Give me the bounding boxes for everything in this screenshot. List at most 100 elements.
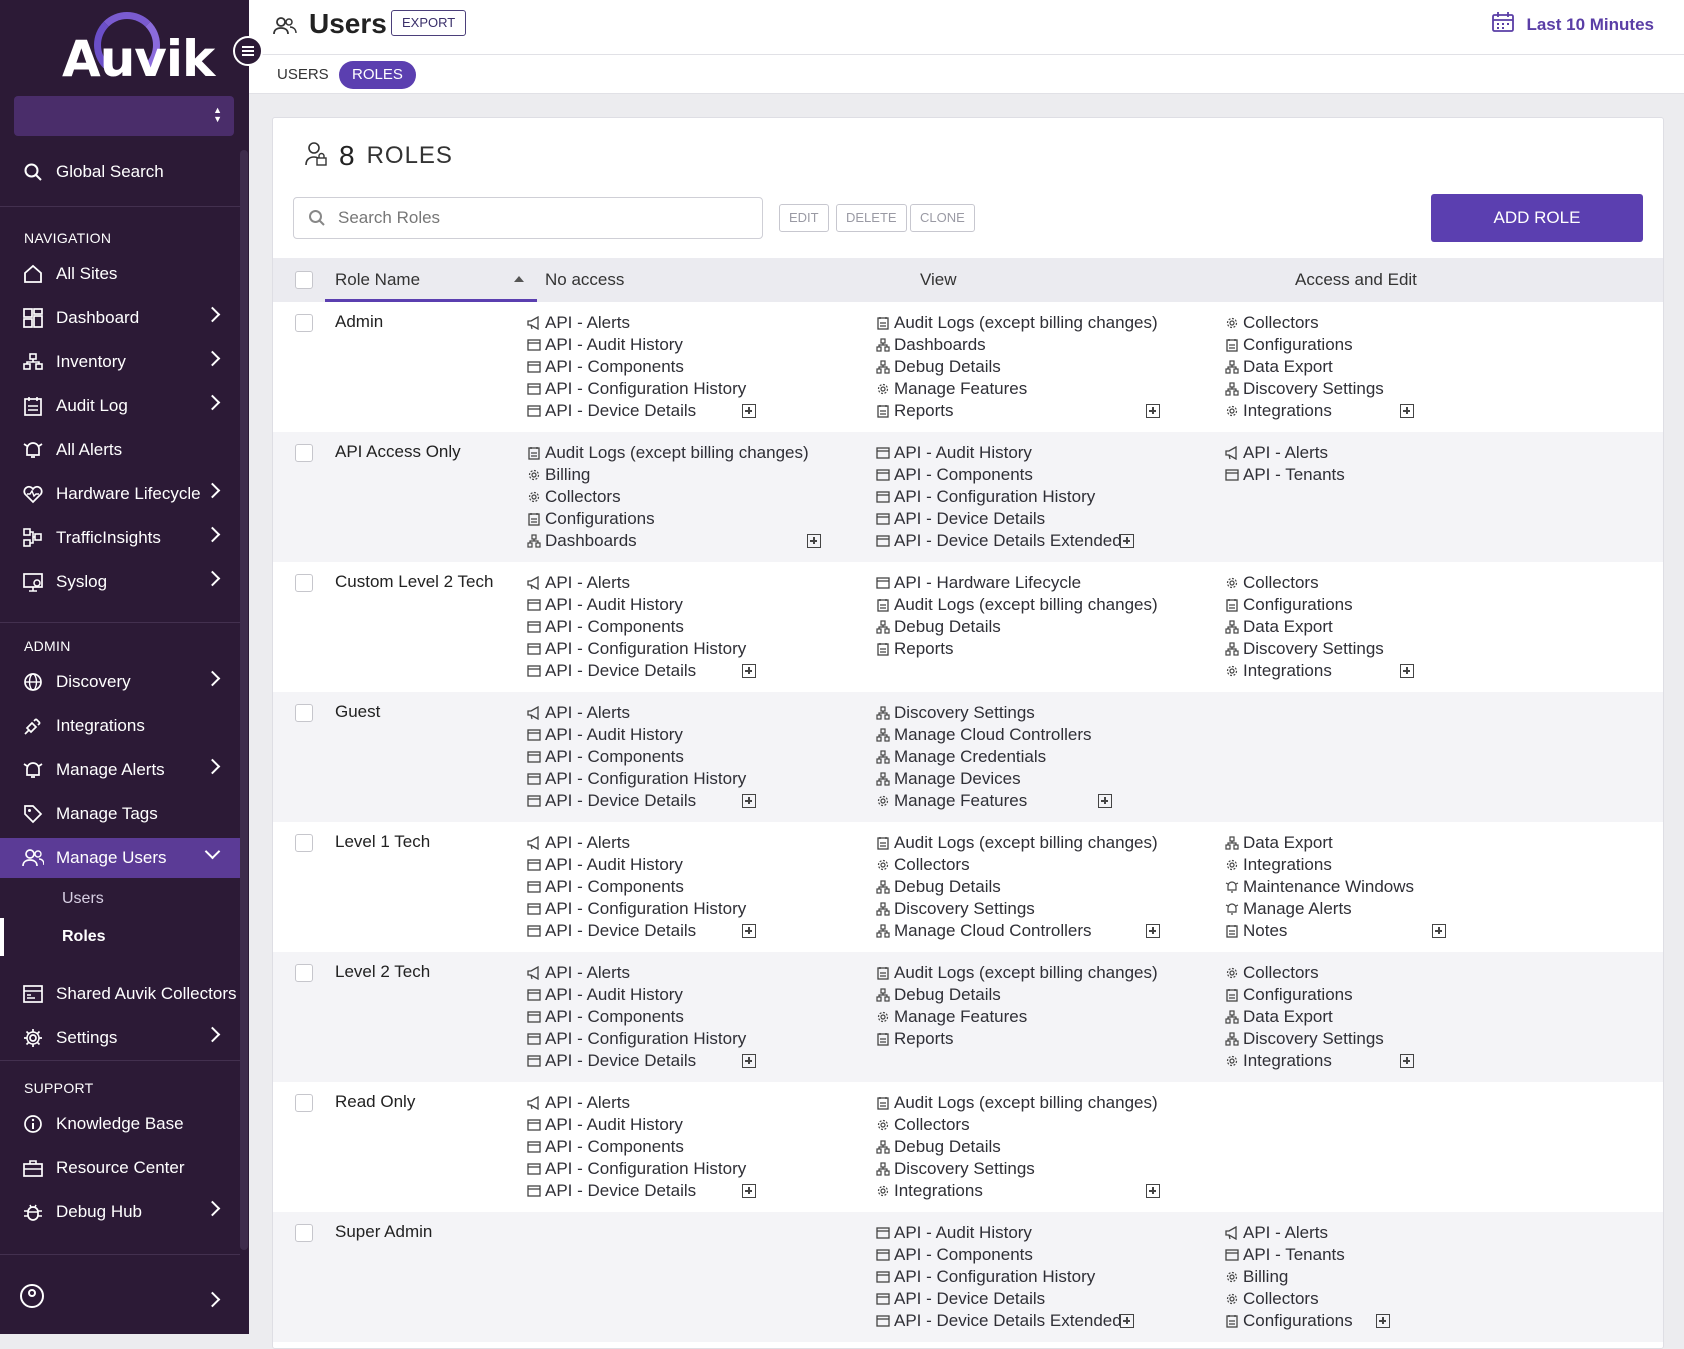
clone-button[interactable]: CLONE <box>910 204 975 232</box>
sidebar-item-inventory[interactable]: Inventory <box>0 342 240 382</box>
sidebar-item-all-alerts[interactable]: All Alerts <box>0 430 240 470</box>
column-access-and-edit[interactable]: Access and Edit <box>1295 270 1417 290</box>
column-role-name[interactable]: Role Name <box>335 270 420 290</box>
sidebar-scrollbar[interactable] <box>240 150 248 1250</box>
permission-item: Audit Logs (except billing changes) <box>876 832 1158 854</box>
sidebar-item-syslog[interactable]: Syslog <box>0 562 240 602</box>
gear-icon <box>527 490 541 504</box>
expand-access-and-edit-button[interactable] <box>1432 924 1446 938</box>
sidebar-item-shared-auvik-collectors[interactable]: Shared Auvik Collectors <box>0 974 240 1014</box>
global-search[interactable]: Global Search <box>0 152 240 192</box>
site-selector[interactable]: ▲ ▼ <box>14 96 234 136</box>
add-role-button[interactable]: ADD ROLE <box>1431 194 1643 242</box>
table-row[interactable]: Level 2 Tech API - Alerts API - Audit Hist… <box>273 952 1663 1082</box>
sidebar-item-integrations[interactable]: Integrations <box>0 706 240 746</box>
table-row[interactable]: Admin API - Alerts API - Audit History API … <box>273 302 1663 432</box>
table-row[interactable]: Custom Level 2 Tech API - Alerts API - Aud… <box>273 562 1663 692</box>
network-icon <box>876 360 890 374</box>
sidebar-item-manage-users[interactable]: Manage Users <box>0 838 240 878</box>
expand-access-and-edit-button[interactable] <box>1376 1314 1390 1328</box>
expand-access-and-edit-button[interactable] <box>1400 404 1414 418</box>
expand-access-and-edit-button[interactable] <box>1400 1054 1414 1068</box>
sidebar-item-label: Manage Alerts <box>56 760 165 779</box>
edit-button[interactable]: EDIT <box>779 204 829 232</box>
table-row[interactable]: Super Admin API - Audit History API - Comp… <box>273 1212 1663 1342</box>
expand-no-access-button[interactable] <box>742 1054 756 1068</box>
access-and-edit-permissions: API - Alerts API - Tenants Billing Collecto… <box>1225 1222 1353 1332</box>
table-row[interactable]: Guest API - Alerts API - Audit History API … <box>273 692 1663 822</box>
sidebar-item-label: Syslog <box>56 572 108 591</box>
table-row[interactable]: Level 1 Tech API - Alerts API - Audit Hist… <box>273 822 1663 952</box>
bell-icon <box>1225 880 1239 894</box>
expand-view-button[interactable] <box>1146 404 1160 418</box>
sidebar-item-label: Knowledge Base <box>56 1114 184 1133</box>
column-view[interactable]: View <box>920 270 957 290</box>
sidebar-item-settings[interactable]: Settings <box>0 1018 240 1058</box>
row-checkbox[interactable] <box>295 574 313 592</box>
sidebar-item-discovery[interactable]: Discovery <box>0 662 240 702</box>
table-row[interactable]: API Access Only Audit Logs (except billin… <box>273 432 1663 562</box>
sidebar-item-trafficinsights[interactable]: TrafficInsights <box>0 518 240 558</box>
column-no-access[interactable]: No access <box>545 270 624 290</box>
access-and-edit-permissions: Data Export Integrations Maintenance Windo… <box>1225 832 1414 942</box>
sidebar-item-manage-tags[interactable]: Manage Tags <box>0 794 240 834</box>
sort-ascending-icon[interactable] <box>514 276 524 282</box>
row-checkbox[interactable] <box>295 1094 313 1112</box>
auvik-logo[interactable]: Auvik <box>62 12 215 88</box>
tab-users[interactable]: USERS <box>264 61 342 89</box>
expand-access-and-edit-button[interactable] <box>1400 664 1414 678</box>
expand-view-button[interactable] <box>1146 1184 1160 1198</box>
expand-no-access-button[interactable] <box>742 794 756 808</box>
collapse-sidebar-button[interactable] <box>233 36 263 66</box>
row-checkbox[interactable] <box>295 314 313 332</box>
expand-no-access-button[interactable] <box>807 534 821 548</box>
log-icon <box>1225 1314 1239 1328</box>
select-all-checkbox[interactable] <box>295 271 313 289</box>
sidebar-item-hardware-lifecycle[interactable]: Hardware Lifecycle <box>0 474 240 514</box>
sidebar-item-resource-center[interactable]: Resource Center <box>0 1148 240 1188</box>
tab-roles[interactable]: ROLES <box>339 61 416 89</box>
row-checkbox[interactable] <box>295 1224 313 1242</box>
window-icon <box>527 1162 541 1176</box>
chevron-right-icon <box>204 306 221 323</box>
permission-label: API - Device Details <box>894 509 1046 528</box>
table-row[interactable]: Read Only API - Alerts API - Audit History… <box>273 1082 1663 1212</box>
row-checkbox[interactable] <box>295 964 313 982</box>
globe-icon <box>22 671 44 693</box>
permission-item: API - Configuration History <box>876 486 1122 508</box>
sub-item-roles[interactable]: Roles <box>62 928 106 946</box>
megaphone-icon <box>527 836 541 850</box>
sidebar-item-manage-alerts[interactable]: Manage Alerts <box>0 750 240 790</box>
time-range-picker[interactable]: Last 10 Minutes <box>1492 12 1654 37</box>
network-icon <box>1225 360 1239 374</box>
permission-item: API - Alerts <box>527 962 746 984</box>
permission-label: API - Components <box>545 357 684 376</box>
sub-item-users[interactable]: Users <box>62 890 104 908</box>
page-title: Users <box>309 8 387 39</box>
expand-no-access-button[interactable] <box>742 924 756 938</box>
row-checkbox[interactable] <box>295 834 313 852</box>
window-icon <box>876 1314 890 1328</box>
delete-button[interactable]: DELETE <box>836 204 907 232</box>
user-menu[interactable] <box>0 1270 240 1326</box>
permission-label: Manage Cloud Controllers <box>894 725 1092 744</box>
expand-view-button[interactable] <box>1120 1314 1134 1328</box>
sidebar-item-all-sites[interactable]: All Sites <box>0 254 240 294</box>
sidebar-item-dashboard[interactable]: Dashboard <box>0 298 240 338</box>
sidebar-item-knowledge-base[interactable]: Knowledge Base <box>0 1104 240 1144</box>
megaphone-icon <box>527 966 541 980</box>
row-checkbox[interactable] <box>295 444 313 462</box>
sidebar-item-debug-hub[interactable]: Debug Hub <box>0 1192 240 1232</box>
expand-no-access-button[interactable] <box>742 1184 756 1198</box>
expand-view-button[interactable] <box>1098 794 1112 808</box>
permission-label: Data Export <box>1243 617 1333 636</box>
expand-view-button[interactable] <box>1120 534 1134 548</box>
row-checkbox[interactable] <box>295 704 313 722</box>
sidebar-item-audit-log[interactable]: Audit Log <box>0 386 240 426</box>
expand-no-access-button[interactable] <box>742 664 756 678</box>
export-button[interactable]: EXPORT <box>391 10 467 36</box>
permission-label: API - Alerts <box>1243 443 1329 462</box>
expand-view-button[interactable] <box>1146 924 1160 938</box>
expand-no-access-button[interactable] <box>742 404 756 418</box>
search-roles-input[interactable] <box>336 198 750 238</box>
